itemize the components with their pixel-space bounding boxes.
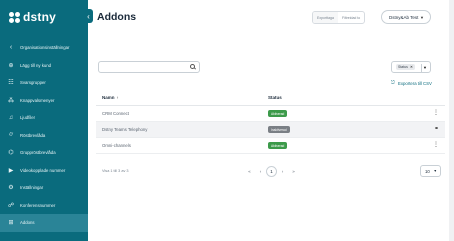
- divider: [421, 64, 422, 72]
- sidebar-item-label: Röstbrevlåda: [20, 132, 46, 138]
- scrollbar[interactable]: [449, 0, 454, 241]
- sidebar-item-ljudfiler[interactable]: ♫ Ljudfiler: [0, 109, 88, 127]
- logo-mark-icon: [9, 11, 20, 23]
- table-row[interactable]: Dstny Teams Telephony Inaktiverad ⚭: [96, 122, 445, 138]
- addon-name: Omni-channels: [102, 143, 131, 148]
- conference-icon: ☍: [7, 202, 15, 209]
- sidebar-item-label: Gruppröstbrevlåda: [20, 150, 56, 156]
- organization-select-value: Dstny&Ab Test: [389, 14, 419, 20]
- status-badge: Aktiverad: [268, 110, 288, 117]
- sidebar-item-label: Lägg till ny kund: [20, 62, 52, 68]
- pagination: « ‹ 1 › »: [244, 166, 299, 177]
- voicemail-icon: ⌭: [8, 131, 14, 138]
- page-title: Addons: [97, 11, 137, 23]
- close-icon[interactable]: ✕: [410, 65, 413, 69]
- status-badge: Inaktiverad: [268, 126, 290, 133]
- group-voicemail-icon: ⌬: [8, 150, 14, 157]
- toggle-option[interactable]: Filtreidad to: [338, 12, 364, 23]
- sidebar-item-label: Videokopplade nummer: [20, 167, 66, 173]
- group-icon: ☷: [8, 80, 14, 87]
- current-page[interactable]: 1: [266, 166, 277, 177]
- search-input[interactable]: [98, 61, 200, 73]
- export-label: Exportera till CSV: [397, 80, 432, 86]
- search-icon: [190, 64, 195, 69]
- column-header-status[interactable]: Status: [268, 95, 282, 100]
- status-filter[interactable]: Status ✕ ▼: [391, 61, 431, 73]
- addon-name: CRM Connect: [102, 111, 129, 116]
- pagination-summary: Visa 1 till 3 av 3: [102, 169, 129, 173]
- addons-table: Namn ↑ Status CRM Connect Aktiverad ⋮ Dst…: [96, 90, 445, 154]
- caret-down-icon[interactable]: ▼: [423, 65, 427, 70]
- column-header-name[interactable]: Namn ↑: [102, 95, 119, 100]
- view-toggle: Exporttaga Filtreidad to: [312, 11, 366, 24]
- toggle-option[interactable]: Exporttaga: [313, 12, 338, 23]
- sidebar-item-grupprostbrevlada[interactable]: ⌬ Gruppröstbrevlåda: [0, 144, 88, 162]
- next-page-icon[interactable]: ›: [277, 166, 288, 177]
- sidebar-item-label: Ljudfiler: [20, 115, 36, 121]
- sidebar-item-svarsgrupper[interactable]: ☷ Svarsgrupper: [0, 74, 88, 92]
- caret-down-icon: ▼: [433, 169, 437, 173]
- menu-tree-icon: ⁂: [8, 97, 14, 104]
- status-chip-label: Status: [398, 65, 408, 69]
- more-options-icon[interactable]: ⋮: [433, 141, 439, 148]
- link-icon[interactable]: ⚭: [434, 125, 439, 132]
- page-size-select[interactable]: 10 ▼: [420, 165, 441, 177]
- sidebar-item-addons[interactable]: ⊞ Addons: [0, 214, 88, 232]
- sidebar-item-label: Konferensnummer: [20, 202, 56, 208]
- sidebar-item-rostbrevlada[interactable]: ⌭ Röstbrevlåda: [0, 127, 88, 145]
- collapse-sidebar-button[interactable]: ‹: [84, 9, 93, 23]
- sidebar-item-installningar[interactable]: ⚙ Inställningar: [0, 179, 88, 197]
- sidebar-nav: ‹ Organisationsinställningar ⊕ Lägg till…: [0, 39, 88, 232]
- sidebar-item-konferensnummer[interactable]: ☍ Konferensnummer: [0, 197, 88, 215]
- sidebar-item-label: Addons: [20, 220, 35, 226]
- caret-down-icon: ▼: [420, 14, 424, 20]
- sort-ascending-icon: ↑: [116, 95, 119, 100]
- sidebar-item-label: Svarsgrupper: [20, 80, 46, 86]
- table-row[interactable]: CRM Connect Aktiverad ⋮: [96, 106, 445, 122]
- sidebar-item-knappvalsmenyer[interactable]: ⁂ Knappvalsmenyer: [0, 92, 88, 110]
- main-content: Addons Exporttaga Filtreidad to Dstny&Ab…: [88, 0, 454, 241]
- addon-name: Dstny Teams Telephony: [102, 127, 148, 132]
- audio-file-icon: ♫: [8, 114, 14, 121]
- dstny-logo: dstny: [9, 9, 56, 25]
- first-page-icon[interactable]: «: [244, 166, 255, 177]
- gear-icon: ⚙: [8, 185, 14, 192]
- organization-select[interactable]: Dstny&Ab Test ▼: [381, 10, 431, 24]
- page-size-value: 10: [425, 168, 430, 174]
- export-csv-link[interactable]: ⎋ Exportera till CSV: [391, 80, 432, 86]
- sidebar-item-organisationsinstallningar[interactable]: ‹ Organisationsinställningar: [0, 39, 88, 57]
- sidebar-item-label: Organisationsinställningar: [20, 45, 70, 51]
- logo-text: dstny: [23, 10, 57, 24]
- last-page-icon[interactable]: »: [288, 166, 299, 177]
- sidebar-item-lagg-till-ny-kund[interactable]: ⊕ Lägg till ny kund: [0, 57, 88, 75]
- chevron-left-icon: ‹: [87, 11, 90, 21]
- sidebar-item-label: Inställningar: [20, 185, 44, 191]
- sidebar: dstny ‹ Organisationsinställningar ⊕ Läg…: [0, 0, 88, 241]
- plus-circle-icon: ⊕: [8, 62, 14, 69]
- status-badge: Aktiverad: [268, 142, 288, 149]
- table-row[interactable]: Omni-channels Aktiverad ⋮: [96, 138, 445, 154]
- previous-page-icon[interactable]: ‹: [255, 166, 266, 177]
- video-icon: ▶: [8, 167, 14, 174]
- addons-icon: ⊞: [8, 220, 14, 227]
- more-options-icon[interactable]: ⋮: [433, 109, 439, 116]
- status-filter-chip[interactable]: Status ✕: [396, 64, 415, 70]
- table-header: Namn ↑ Status: [96, 90, 445, 106]
- export-icon: ⎋: [391, 80, 395, 86]
- sidebar-item-videokopplade-nummer[interactable]: ▶ Videokopplade nummer: [0, 162, 88, 180]
- chevron-left-icon: ‹: [9, 44, 13, 52]
- sidebar-item-label: Knappvalsmenyer: [20, 97, 55, 103]
